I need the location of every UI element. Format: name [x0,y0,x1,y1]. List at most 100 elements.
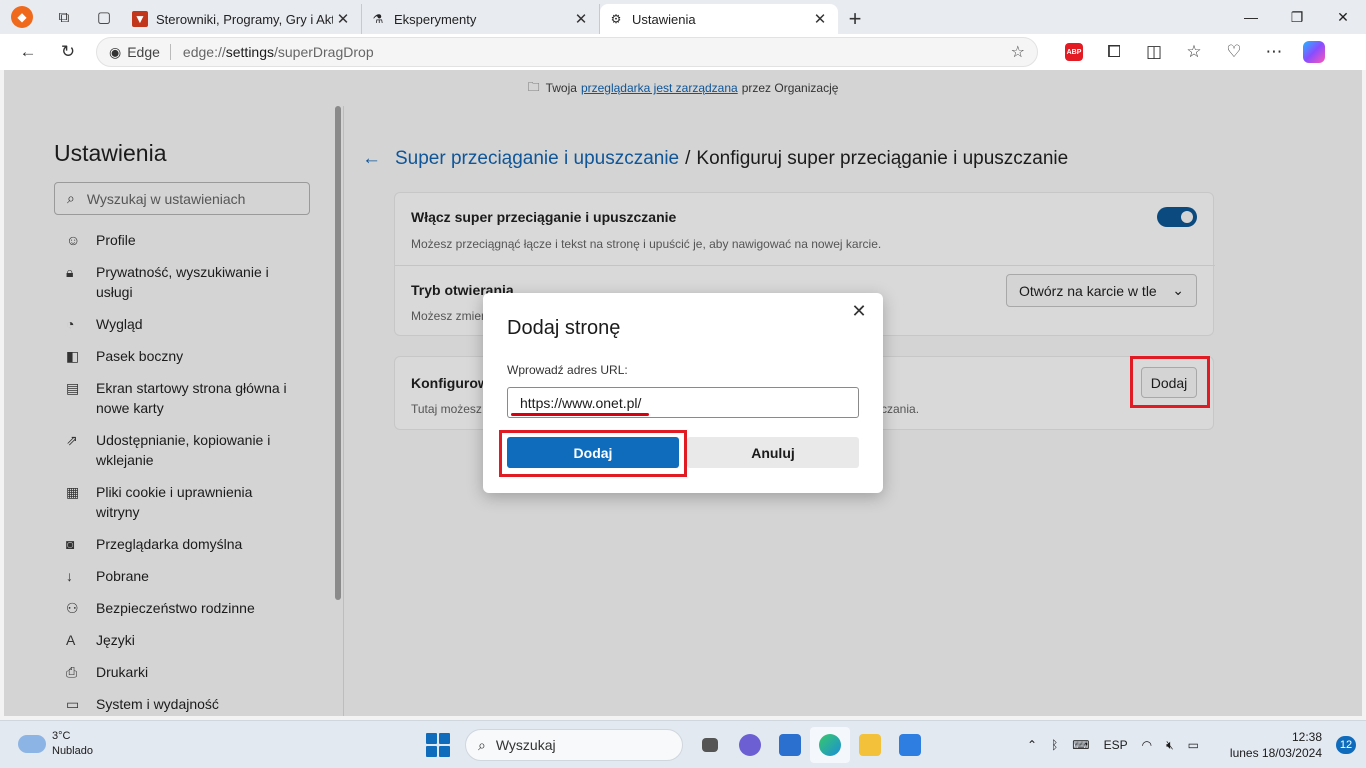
workspaces-icon[interactable]: ⧉ [44,0,84,34]
weather-temp: 3°C [52,730,71,742]
search-icon: ⌕ [67,190,75,206]
window-controls: — ❐ ✕ [1228,0,1366,34]
system-tray: ⌃ ᛒ ⌨ ESP ◠ 🔇︎ ▭ [1020,721,1206,768]
sidebar-item-share[interactable]: ⇗ Udostępnianie, kopiowanie i wklejanie [66,430,306,470]
favorite-star-icon[interactable]: ☆ [1011,42,1025,62]
file-explorer-icon[interactable] [850,727,890,763]
store-icon[interactable] [770,727,810,763]
sidebar-item-printers[interactable]: ⎙ Drukarki [66,662,306,682]
dialog-title: Dodaj stronę [507,317,621,339]
sidebar-item-profile[interactable]: ☺ Profile [66,230,306,250]
tab-ustawienia[interactable]: ⚙ Ustawienia ✕ [600,4,838,34]
edge-icon[interactable] [810,727,850,763]
bluetooth-icon[interactable]: ᛒ [1051,738,1058,752]
tab-sterowniki[interactable]: ▼ Sterowniki, Programy, Gry i Aktua ✕ [124,4,362,34]
sidebar-item-sidebar[interactable]: ◧ Pasek boczny [66,346,306,366]
cloud-icon [18,735,46,753]
wifi-icon[interactable]: ◠ [1142,738,1152,752]
title-bar: ◆ ⧉ ▢ ▼ Sterowniki, Programy, Gry i Aktu… [0,0,1366,34]
start-button[interactable] [426,733,450,757]
browser-essentials-icon[interactable]: ♡ [1214,36,1254,68]
sidebar-icon: ◧ [66,348,80,364]
sidebar-item-default-browser[interactable]: ◙ Przeglądarka domyślna [66,534,306,554]
download-icon: ↓ [66,568,73,584]
volume-mute-icon[interactable]: 🔇︎ [1166,738,1174,753]
enable-toggle[interactable] [1157,207,1197,227]
sidebar-item-languages[interactable]: A Języki [66,630,306,650]
minimize-icon[interactable]: — [1228,0,1274,34]
weather-desc: Nublado [52,745,93,757]
address-url[interactable]: edge://settings/superDragDrop [183,44,1011,60]
keyboard-icon[interactable]: ⌨ [1072,738,1089,752]
weather-widget[interactable]: 3°C Nublado [18,729,93,759]
taskbar-search[interactable]: ⌕ Wyszukaj [465,729,683,761]
chat-icon[interactable] [730,727,770,763]
scrollbar-thumb[interactable] [335,106,341,600]
avatar: ◆ [11,6,33,28]
flask-icon: ⚗ [372,12,384,26]
open-mode-select[interactable]: Otwórz na karcie w tle ⌄ [1006,274,1197,307]
language-indicator[interactable]: ESP [1104,738,1128,752]
page-title: Konfiguruj super przeciąganie i upuszcza… [696,148,1069,169]
close-icon[interactable]: ✕ [571,10,591,28]
printer-icon: ⎙ [66,664,78,680]
breadcrumb: ← Super przeciąganie i upuszczanie / Kon… [362,148,1069,170]
browser-toolbar: ← ↻ ◉ Edge edge://settings/superDragDrop… [0,34,1366,70]
task-view-icon[interactable] [690,727,730,763]
close-icon[interactable]: ✕ [333,10,353,28]
sidebar-item-start[interactable]: ▤ Ekran startowy strona główna i nowe kar… [66,378,306,418]
edge-logo-icon: ◉ [109,43,122,60]
profile-button[interactable]: ◆ [0,0,44,34]
calendar-icon[interactable] [890,727,930,763]
restore-icon[interactable]: ❐ [1274,0,1320,34]
settings-search-input[interactable] [86,190,277,207]
managed-banner: 🗀 Twoja przeglądarka jest zarządzana prz… [4,70,1362,106]
settings-search[interactable]: ⌕ [54,182,310,215]
close-icon[interactable]: ✕ [847,301,871,325]
sidebar-item-downloads[interactable]: ↓ Pobrane [66,566,306,586]
sidebar-item-privacy[interactable]: 🔒︎ Prywatność, wyszukiwanie i usługi [66,262,306,302]
sidebar-item-cookies[interactable]: ▦ Pliki cookie i uprawnienia witryny [66,482,306,522]
favorites-icon[interactable]: ☆ [1174,36,1214,68]
refresh-icon[interactable]: ↻ [48,36,88,68]
mode-desc: Możesz zmien [411,309,488,323]
breadcrumb-link[interactable]: Super przeciąganie i upuszczanie [395,148,679,170]
sidebar-scrollbar[interactable] [334,106,342,716]
address-bar[interactable]: ◉ Edge edge://settings/superDragDrop ☆ [96,37,1038,67]
adblock-icon[interactable]: ABP [1054,36,1094,68]
taskbar: 3°C Nublado ⌕ Wyszukaj ⌃ ᛒ ⌨ ESP ◠ 🔇︎ ▭ … [0,720,1366,768]
tab-actions-icon[interactable]: ▢ [84,0,124,34]
lock-icon: 🔒︎ [66,264,74,280]
sidebar-item-system[interactable]: ▭ System i wydajność [66,694,306,714]
back-icon[interactable]: ← [8,36,48,68]
gear-icon: ⚙ [610,12,622,26]
managed-link[interactable]: przeglądarka jest zarządzana [581,81,738,95]
battery-icon[interactable]: ▭ [1188,738,1199,752]
sidebar-item-appearance[interactable]: ◔ Wygląd [66,314,306,334]
copilot-icon[interactable] [1294,36,1334,68]
share-icon: ⇗ [66,432,78,448]
more-icon[interactable]: ⋯ [1254,36,1294,68]
new-tab-button[interactable]: + [838,4,872,34]
chevron-up-icon[interactable]: ⌃ [1027,738,1037,752]
home-icon: ▤ [66,380,80,396]
close-icon[interactable]: ✕ [810,10,830,28]
cancel-button[interactable]: Anuluj [687,437,859,468]
back-arrow-icon[interactable]: ← [362,148,381,170]
cookie-icon: ▦ [66,484,80,500]
row-divider [395,265,1215,266]
clock[interactable]: 12:38 lunes 18/03/2024 [1230,729,1322,761]
tab-eksperymenty[interactable]: ⚗ Eksperymenty ✕ [362,4,600,34]
sidebar-title: Ustawienia [54,140,167,166]
taskbar-apps [690,727,930,763]
extensions-icon[interactable]: ⧠ [1094,36,1134,68]
sidebar-item-family[interactable]: ⚇ Bezpieczeństwo rodzinne [66,598,306,618]
briefcase-icon: 🗀 [527,79,540,94]
split-screen-icon[interactable]: ◫ [1134,36,1174,68]
palette-icon: ◔ [66,316,75,332]
close-window-icon[interactable]: ✕ [1320,0,1366,34]
family-icon: ⚇ [66,600,79,616]
highlight-box-add [1130,356,1210,408]
notification-badge[interactable]: 12 [1336,736,1356,754]
shield-icon: ▼ [132,11,148,27]
